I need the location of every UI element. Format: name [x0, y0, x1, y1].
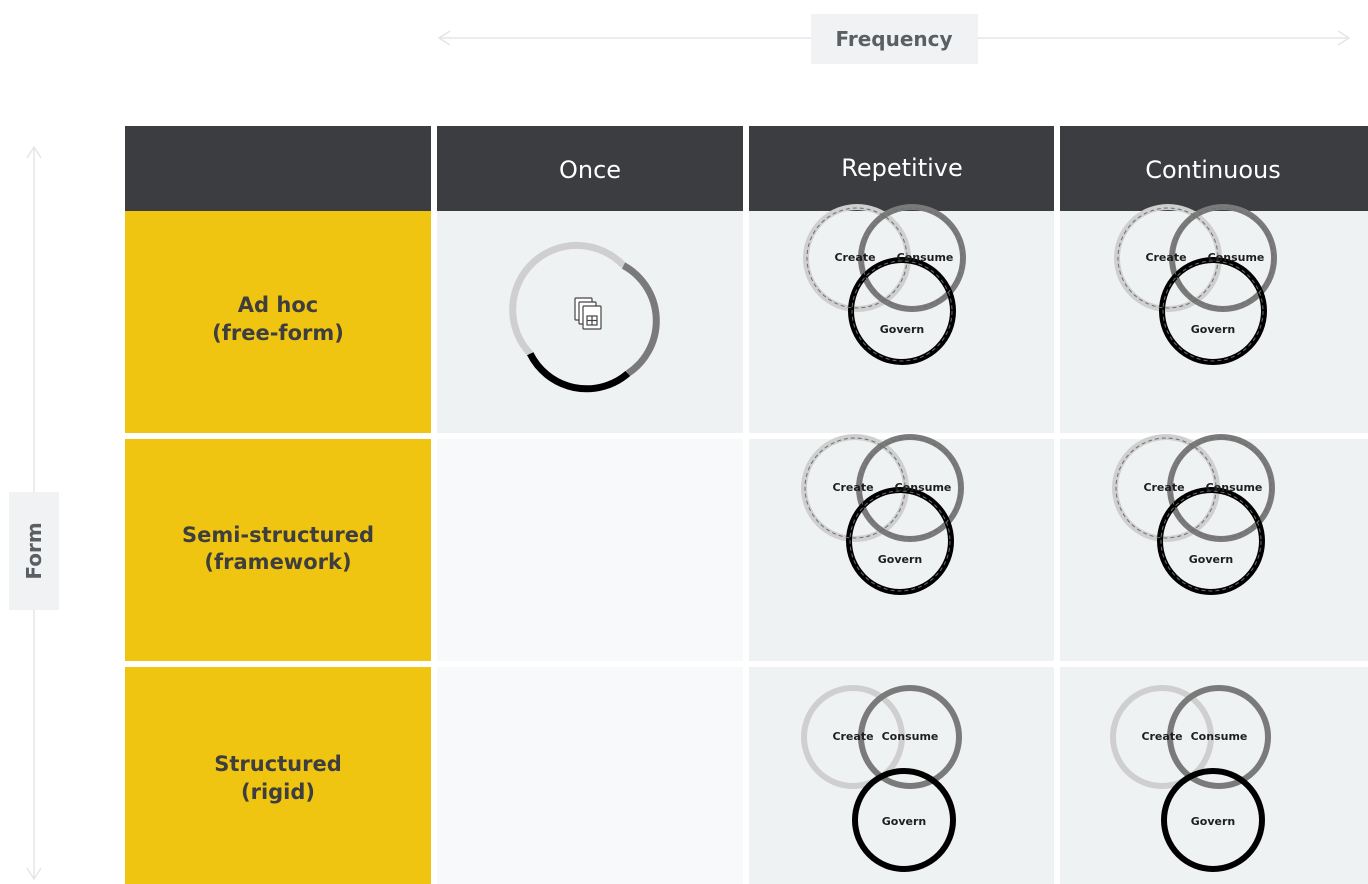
row-header-semi-structured-line1: Semi-structured: [182, 523, 374, 547]
column-header-repetitive-label: Repetitive: [841, 154, 963, 182]
cluster-structured-repetitive-consume-label: Consume: [882, 730, 939, 743]
cluster-structured-continuous-govern-label: Govern: [1191, 815, 1235, 828]
row-header-semi-structured-line2: (framework): [204, 550, 351, 574]
cluster-adhoc-continuous-create-label: Create: [1145, 251, 1186, 264]
cluster-adhoc-repetitive-consume-label: Consume: [897, 251, 954, 264]
row-header-structured-line1: Structured: [214, 752, 342, 776]
cell-semi-once: [437, 439, 743, 661]
cell-structured-once: [437, 667, 743, 884]
cluster-adhoc-repetitive-create-label: Create: [834, 251, 875, 264]
cluster-adhoc-continuous-govern-label: Govern: [1191, 323, 1235, 336]
form-axis: Form: [9, 145, 59, 881]
cluster-structured-repetitive-create-label: Create: [832, 730, 873, 743]
cluster-semi-continuous-govern-label: Govern: [1189, 553, 1233, 566]
row-header-ad-hoc-line2: (free-form): [212, 321, 344, 345]
row-header-ad-hoc-line1: Ad hoc: [238, 293, 318, 317]
row-headers: Ad hoc (free-form) Semi-structured (fram…: [125, 211, 431, 884]
header-corner-cell: [125, 126, 431, 211]
cluster-semi-repetitive-create-label: Create: [832, 481, 873, 494]
cluster-semi-repetitive-govern-label: Govern: [878, 553, 922, 566]
cluster-semi-continuous-consume-label: Consume: [1206, 481, 1263, 494]
cluster-semi-continuous-create-label: Create: [1143, 481, 1184, 494]
frequency-axis: Frequency: [437, 14, 1351, 64]
diagram-canvas: Frequency Form Once Repetitive Continuou…: [9, 14, 1368, 884]
cluster-adhoc-continuous-consume-label: Consume: [1208, 251, 1265, 264]
column-headers: Once Repetitive Continuous: [125, 126, 1368, 211]
cluster-structured-continuous-consume-label: Consume: [1191, 730, 1248, 743]
frequency-axis-label: Frequency: [835, 27, 952, 51]
row-header-structured-line2: (rigid): [241, 780, 315, 804]
cluster-structured-continuous-create-label: Create: [1141, 730, 1182, 743]
cell-adhoc-continuous: [1060, 211, 1368, 433]
cluster-adhoc-repetitive-govern-label: Govern: [880, 323, 924, 336]
form-axis-label: Form: [22, 522, 46, 579]
cell-adhoc-repetitive: [749, 211, 1054, 433]
cluster-structured-repetitive-govern-label: Govern: [882, 815, 926, 828]
cluster-semi-repetitive-consume-label: Consume: [895, 481, 952, 494]
column-header-once-label: Once: [559, 156, 621, 184]
cell-structured-repetitive: [749, 667, 1054, 884]
column-header-continuous-label: Continuous: [1145, 156, 1281, 184]
cell-structured-continuous: [1060, 667, 1368, 884]
